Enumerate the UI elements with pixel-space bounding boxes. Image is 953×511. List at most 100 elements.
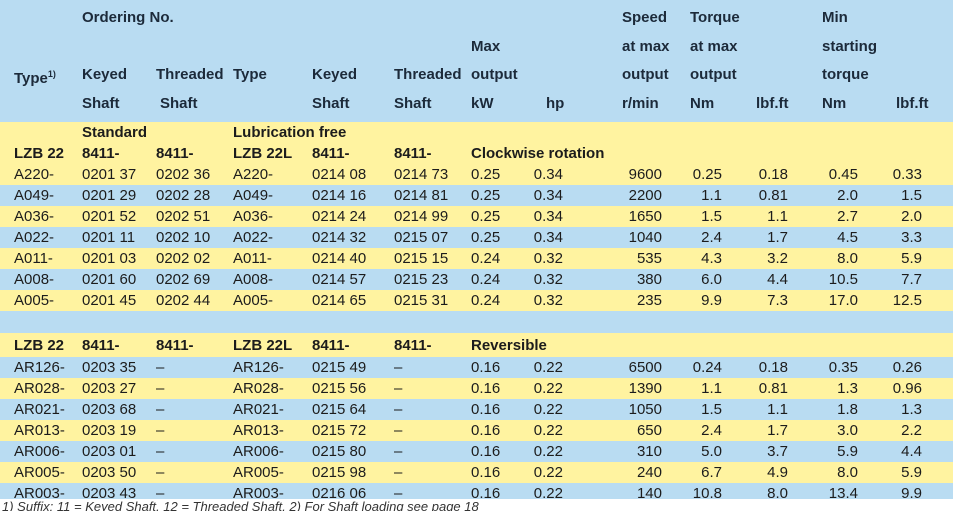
table-cell: 2200 bbox=[628, 187, 662, 204]
table-cell: 2.0 bbox=[901, 208, 922, 225]
table-cell: 9.9 bbox=[701, 292, 722, 309]
table-cell: 7.7 bbox=[901, 271, 922, 288]
table-cell: – bbox=[394, 380, 403, 397]
table-cell: 0.16 bbox=[471, 422, 501, 439]
table-cell: 0215 07 bbox=[394, 229, 449, 246]
table-cell: 1.1 bbox=[701, 187, 722, 204]
table-cell: AR006- bbox=[233, 443, 284, 460]
table-cell: 12.5 bbox=[892, 292, 922, 309]
table-cell: A008- bbox=[233, 271, 274, 288]
table-cell: 0.81 bbox=[758, 187, 788, 204]
table-cell: 0202 44 bbox=[156, 292, 211, 309]
table-cell: 3.2 bbox=[767, 250, 788, 267]
table-cell: 0214 16 bbox=[312, 187, 367, 204]
table-cell: A022- bbox=[233, 229, 274, 246]
table-cell: 0.25 bbox=[471, 208, 501, 225]
table-cell: 0.34 bbox=[533, 208, 563, 225]
rotation-label: Clockwise rotation bbox=[471, 145, 605, 162]
table-cell: 0.22 bbox=[533, 485, 563, 502]
table-cell: AR013- bbox=[14, 422, 65, 439]
table-cell: 4.3 bbox=[701, 250, 722, 267]
table-cell: 1040 bbox=[628, 229, 662, 246]
table-cell: 4.4 bbox=[767, 271, 788, 288]
lubrication-free-label: Lubrication free bbox=[233, 124, 347, 141]
table-cell: 0201 52 bbox=[82, 208, 137, 225]
table-cell: 0.18 bbox=[758, 359, 788, 376]
table-cell: 0.16 bbox=[471, 401, 501, 418]
table-cell: 0.45 bbox=[828, 166, 858, 183]
model-label: LZB 22 bbox=[14, 337, 65, 354]
table-cell: 10.5 bbox=[828, 271, 858, 288]
table-cell: 0201 03 bbox=[82, 250, 137, 267]
table-cell: – bbox=[394, 359, 403, 376]
table-cell: 8.0 bbox=[837, 464, 858, 481]
table-cell: 2.4 bbox=[701, 422, 722, 439]
table-cell: 1.3 bbox=[837, 380, 858, 397]
table-cell: 0214 57 bbox=[312, 271, 367, 288]
table-cell: 5.0 bbox=[701, 443, 722, 460]
table-cell: – bbox=[156, 401, 165, 418]
table-cell: 0.96 bbox=[892, 380, 922, 397]
table-cell: 240 bbox=[636, 464, 662, 481]
table-cell: AR013- bbox=[233, 422, 284, 439]
table-cell: 5.9 bbox=[837, 443, 858, 460]
table-cell: 1.1 bbox=[767, 208, 788, 225]
table-cell: 0215 15 bbox=[394, 250, 449, 267]
table-cell: – bbox=[156, 464, 165, 481]
spacer-band bbox=[0, 311, 953, 333]
table-cell: 310 bbox=[636, 443, 662, 460]
kw-unit: kW bbox=[471, 95, 494, 112]
table-cell: 0.33 bbox=[892, 166, 922, 183]
table-cell: 0.25 bbox=[692, 166, 722, 183]
table-cell: 0.34 bbox=[533, 187, 563, 204]
table-cell: 17.0 bbox=[828, 292, 858, 309]
table-cell: 0214 99 bbox=[394, 208, 449, 225]
table-cell: 0203 19 bbox=[82, 422, 137, 439]
lbfft1-unit: lbf.ft bbox=[756, 95, 789, 112]
table-cell: A036- bbox=[14, 208, 55, 225]
table-cell: 0214 24 bbox=[312, 208, 367, 225]
table-cell: 0202 51 bbox=[156, 208, 211, 225]
table-cell: A049- bbox=[14, 187, 55, 204]
table-cell: 3.7 bbox=[767, 443, 788, 460]
max-heading: Max bbox=[471, 38, 501, 55]
starting-heading: starting bbox=[822, 38, 878, 55]
table-cell: 0203 27 bbox=[82, 380, 137, 397]
table-cell: – bbox=[394, 422, 403, 439]
torque-at-max: at max bbox=[690, 38, 738, 55]
speed-at-max: at max bbox=[622, 38, 670, 55]
table-cell: 0.22 bbox=[533, 359, 563, 376]
table-cell: 2.4 bbox=[701, 229, 722, 246]
table-cell: AR005- bbox=[14, 464, 65, 481]
table-cell: 0214 81 bbox=[394, 187, 449, 204]
table-cell: A008- bbox=[14, 271, 55, 288]
table-cell: 2.2 bbox=[901, 422, 922, 439]
spec-table: Ordering No. Speed Torque Min Max at max… bbox=[0, 0, 953, 511]
table-cell: 0.25 bbox=[471, 166, 501, 183]
table-cell: 0214 40 bbox=[312, 250, 367, 267]
table-cell: 3.3 bbox=[901, 229, 922, 246]
prefix-label: 8411- bbox=[394, 145, 432, 162]
table-cell: A011- bbox=[233, 250, 272, 267]
model2-label: LZB 22L bbox=[233, 337, 293, 354]
table-cell: 1.5 bbox=[701, 208, 722, 225]
table-cell: – bbox=[156, 380, 165, 397]
table-cell: 0203 68 bbox=[82, 401, 137, 418]
table-cell: 380 bbox=[636, 271, 662, 288]
rotation-label: Reversible bbox=[471, 337, 547, 354]
table-cell: 0.25 bbox=[471, 229, 501, 246]
table-cell: 0.16 bbox=[471, 443, 501, 460]
table-cell: 0.34 bbox=[533, 166, 563, 183]
table-cell: 8.0 bbox=[837, 250, 858, 267]
table-cell: 650 bbox=[636, 422, 662, 439]
table-cell: – bbox=[394, 464, 403, 481]
table-cell: 0.22 bbox=[533, 380, 563, 397]
table-cell: 140 bbox=[636, 485, 662, 502]
table-cell: 0215 23 bbox=[394, 271, 449, 288]
table-cell: AR028- bbox=[233, 380, 284, 397]
table-cell: 7.3 bbox=[767, 292, 788, 309]
table-cell: A022- bbox=[14, 229, 55, 246]
table-cell: 0214 65 bbox=[312, 292, 367, 309]
table-cell: 0202 36 bbox=[156, 166, 211, 183]
table-cell: 0215 98 bbox=[312, 464, 367, 481]
